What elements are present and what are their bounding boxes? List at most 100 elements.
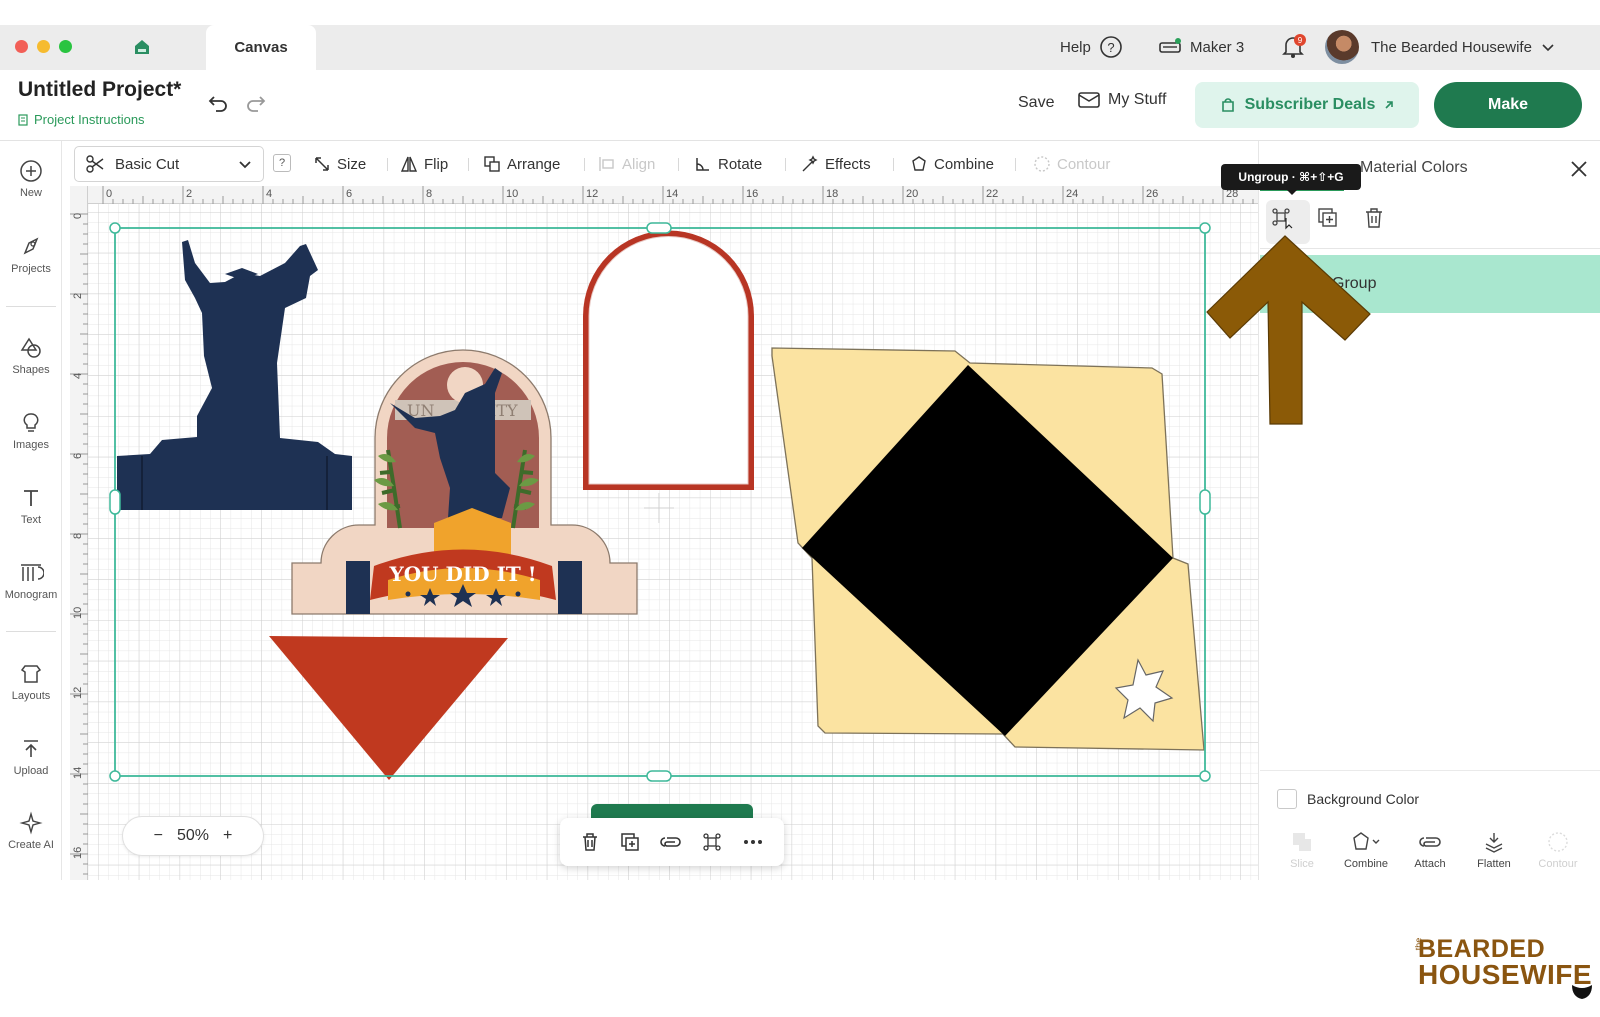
arrange-button[interactable]: Arrange	[483, 150, 560, 178]
nav-projects[interactable]: Projects	[0, 235, 62, 275]
combine-panel-button[interactable]: Combine	[1334, 830, 1398, 870]
nav-images[interactable]: Images	[0, 411, 62, 451]
my-stuff-button[interactable]: My Stuff	[1078, 91, 1166, 109]
account-menu[interactable]: The Bearded Housewife	[1325, 30, 1556, 64]
redo-icon[interactable]	[244, 90, 268, 114]
save-button[interactable]: Save	[1018, 94, 1054, 112]
toolbar-divider	[584, 158, 585, 171]
banner-text: YOU DID IT !	[388, 562, 536, 586]
ungroup-icon[interactable]	[701, 831, 723, 853]
nav-layouts[interactable]: Layouts	[0, 662, 62, 702]
text-icon	[24, 490, 38, 506]
toolbar-divider	[785, 158, 786, 171]
rotate-button[interactable]: Rotate	[694, 150, 762, 178]
trash-icon[interactable]	[1362, 206, 1386, 230]
project-instructions-link[interactable]: Project Instructions	[18, 112, 145, 127]
toolbar-divider	[1015, 158, 1016, 171]
help-label: Help	[1060, 38, 1091, 56]
project-title[interactable]: Untitled Project*	[18, 78, 181, 102]
ruler-label: 6	[346, 188, 352, 200]
design-canvas[interactable]: UN ITY YOU DID IT !	[70, 188, 1258, 880]
toolbar-divider	[387, 158, 388, 171]
zoom-out-button[interactable]: −	[154, 827, 163, 845]
upload-icon	[24, 740, 38, 757]
attach-button[interactable]: Attach	[1398, 830, 1462, 870]
nav-text-label: Text	[20, 514, 42, 526]
nav-images-label: Images	[12, 439, 50, 451]
contour-label: Contour	[1057, 155, 1111, 173]
effects-button[interactable]: Effects	[801, 150, 871, 178]
subscriber-deals-label: Subscriber Deals	[1244, 96, 1376, 113]
duplicate-icon[interactable]	[619, 831, 641, 853]
tab-canvas[interactable]: Canvas	[206, 25, 316, 70]
background-color-option[interactable]: Background Color	[1277, 789, 1419, 809]
ruler-label: 12	[72, 687, 84, 699]
background-color-checkbox[interactable]	[1277, 789, 1297, 809]
zoom-control: − 50% +	[122, 816, 264, 856]
nav-monogram[interactable]: Monogram	[0, 561, 62, 601]
left-nav: New Projects Shapes Images Text Monogram…	[0, 141, 62, 880]
operation-help-button[interactable]: ?	[273, 154, 291, 172]
beard-icon	[1572, 985, 1592, 999]
duplicate-icon[interactable]	[1316, 206, 1340, 230]
layouts-icon	[20, 665, 42, 683]
magic-wand-icon	[802, 155, 818, 172]
more-icon[interactable]	[741, 831, 765, 853]
machine-icon	[1159, 38, 1181, 53]
maximize-window-button[interactable]	[59, 40, 72, 53]
help-button[interactable]: Help ?	[1060, 30, 1123, 64]
contour-panel-button[interactable]: Contour	[1526, 830, 1590, 870]
ruler-label: 16	[72, 847, 84, 859]
nav-shapes[interactable]: Shapes	[0, 336, 62, 376]
combine-button[interactable]: Combine	[910, 150, 994, 178]
flip-icon	[400, 156, 418, 172]
resize-icon	[315, 157, 329, 171]
align-button[interactable]: Align	[598, 150, 655, 178]
flip-button[interactable]: Flip	[400, 150, 448, 178]
contour-button[interactable]: Contour	[1033, 150, 1110, 178]
ruler-label: 12	[586, 188, 598, 200]
operation-value: Basic Cut	[115, 155, 180, 173]
subscriber-deals-button[interactable]: Subscriber Deals	[1195, 82, 1419, 128]
avatar	[1325, 30, 1359, 64]
close-icon[interactable]	[1568, 158, 1590, 180]
ruler-label: 0	[106, 188, 112, 200]
ruler-label: 0	[72, 213, 84, 219]
nav-monogram-label: Monogram	[4, 589, 58, 601]
project-instructions-label: Project Instructions	[34, 112, 145, 127]
arrange-icon	[484, 156, 500, 172]
arch-frame[interactable]	[583, 230, 754, 524]
slice-button[interactable]: Slice	[1270, 830, 1334, 870]
nav-text[interactable]: Text	[0, 486, 62, 526]
envelope-shape[interactable]	[771, 347, 1205, 751]
material-colors-tab[interactable]: Material Colors	[1360, 159, 1468, 177]
nav-create-ai[interactable]: Create AI	[0, 811, 62, 851]
notifications-button[interactable]: 9	[1280, 30, 1306, 64]
attach-icon[interactable]	[659, 831, 683, 853]
monogram-icon	[21, 564, 44, 581]
home-icon[interactable]	[132, 37, 152, 57]
contour-panel-label: Contour	[1538, 858, 1578, 870]
tooltip-tail	[1286, 189, 1298, 195]
floating-action-bar	[560, 818, 784, 866]
flatten-icon	[1485, 833, 1503, 853]
nav-upload[interactable]: Upload	[0, 737, 62, 777]
align-label: Align	[622, 155, 656, 173]
nav-new[interactable]: New	[0, 159, 62, 199]
machine-selector[interactable]: Maker 3	[1158, 30, 1244, 64]
combine-icon	[1353, 832, 1380, 850]
trash-icon[interactable]	[579, 831, 601, 853]
zoom-in-button[interactable]: +	[223, 827, 232, 845]
canvas-artwork: UN ITY YOU DID IT !	[88, 204, 1258, 880]
notification-count: 9	[1298, 36, 1303, 45]
operation-select[interactable]: Basic Cut	[74, 146, 264, 182]
size-button[interactable]: Size	[313, 150, 366, 178]
make-button[interactable]: Make	[1434, 82, 1582, 128]
undo-icon[interactable]	[206, 90, 230, 114]
minimize-window-button[interactable]	[37, 40, 50, 53]
ungroup-icon[interactable]	[1270, 206, 1294, 230]
close-window-button[interactable]	[15, 40, 28, 53]
flip-label: Flip	[424, 155, 449, 173]
flatten-button[interactable]: Flatten	[1462, 830, 1526, 870]
slice-label: Slice	[1290, 858, 1314, 870]
